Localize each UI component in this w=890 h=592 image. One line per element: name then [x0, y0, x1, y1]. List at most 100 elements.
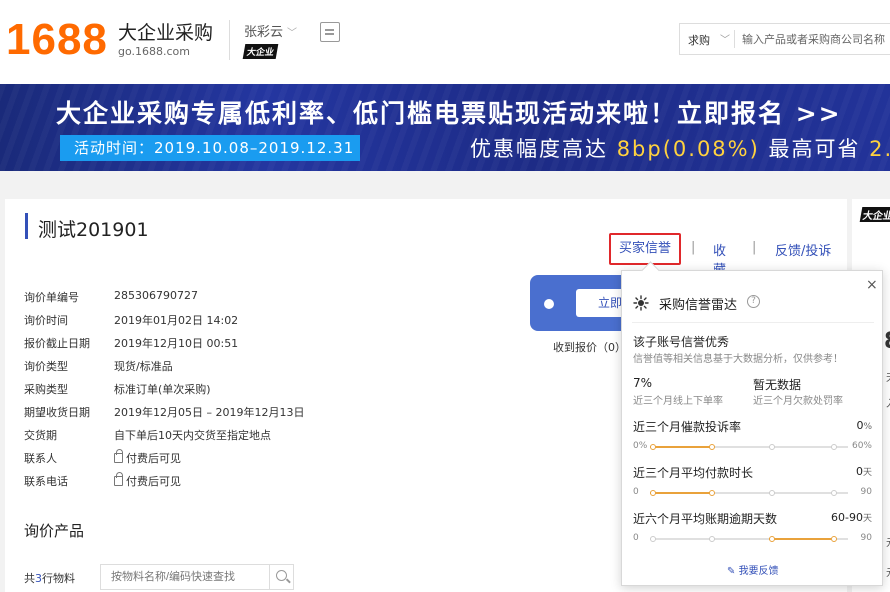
note-edit-icon[interactable] [320, 22, 340, 42]
page-title: 测试201901 [38, 219, 149, 241]
banner-date: 活动时间：2019.10.08–2019.12.31 [60, 135, 360, 161]
info-key: 报价截止日期 [24, 337, 90, 350]
lock-icon [114, 472, 123, 486]
brand-title[interactable]: 大企业采购 [118, 18, 213, 45]
metric-min: 0% [633, 441, 648, 451]
quote-tag: 立即报价 [530, 275, 656, 331]
metric-fill [650, 446, 712, 448]
pencil-icon: ✎ [727, 566, 739, 577]
user-menu[interactable]: 张彩云 ﹀ [244, 21, 297, 40]
metric-label: 近三个月平均付款时长 [633, 466, 754, 480]
metric-label: 近六个月平均账期逾期天数 [633, 512, 778, 526]
metric-dot [709, 536, 715, 542]
info-key: 交货期 [24, 429, 57, 442]
info-value: 2019年12月10日 00:51 [114, 337, 239, 350]
metric-track [650, 536, 848, 542]
header-divider [229, 20, 230, 60]
stat-label: 近三个月线上下单率 [633, 396, 723, 407]
feedback-text: 我要反馈 [738, 566, 779, 577]
credit-radar-popup: × 采购信誉雷达 ? 该子账号信誉优秀 信誉值等相关信息基于大数据分析，仅供参考… [621, 270, 883, 586]
metric-number: 0 [855, 465, 863, 478]
metric-max: 90 [860, 487, 872, 497]
metric-value: 60-90天 [831, 511, 872, 524]
metric-max: 60% [851, 441, 872, 451]
metric-dot [650, 490, 656, 496]
metric-dot [831, 444, 837, 450]
stat-value: 7% [633, 376, 653, 390]
stat-value: 暂无数据 [753, 378, 802, 392]
credit-subheading: 信誉值等相关信息基于大数据分析，仅供参考！ [633, 354, 843, 365]
user-name: 张彩云 [244, 25, 284, 40]
metric-unit: 天 [862, 514, 872, 524]
info-key: 询价类型 [24, 360, 68, 373]
side-logo: 大企业 [859, 207, 890, 222]
info-value: 付费后可见 [114, 472, 181, 489]
promo-banner[interactable]: 大企业采购专属低利率、低门槛电票贴现活动来啦！立即报名 >> 活动时间：2019… [0, 84, 890, 171]
info-value: 2019年01月02日 14:02 [114, 314, 239, 327]
info-key: 采购类型 [24, 383, 68, 396]
count-prefix: 共 [24, 572, 35, 585]
feedback-complaint-link[interactable]: 反馈/投诉 [775, 240, 831, 259]
brand-subtitle: go.1688.com [118, 45, 190, 58]
metric-unit: 天 [862, 468, 872, 478]
side-text: 入 [886, 395, 890, 410]
promo-rate: 8bp(0.08%) [616, 137, 760, 161]
banner-promo: 优惠幅度高达 8bp(0.08%) 最高可省 2.4 [470, 133, 890, 163]
lock-icon [114, 449, 123, 463]
info-value: 2019年12月05日 – 2019年12月13日 [114, 406, 305, 419]
info-key: 询价单编号 [24, 291, 79, 304]
info-key: 询价时间 [24, 314, 68, 327]
help-icon[interactable]: ? [747, 295, 760, 308]
stat-label: 近三个月欠款处罚率 [753, 396, 843, 407]
info-key: 期望收货日期 [24, 406, 90, 419]
header-search: 求购 ﹀ [679, 23, 890, 55]
metric-number: 60-90 [831, 511, 863, 524]
metric-fill [769, 538, 831, 540]
info-value: 自下单后10天内交货至指定地点 [114, 429, 271, 442]
chevron-down-icon[interactable]: ﹀ [720, 31, 730, 46]
metric-dot [769, 536, 775, 542]
metric-fill [650, 492, 712, 494]
site-header: 1688 大企业采购 go.1688.com 张彩云 ﹀ 大企业 求购 ﹀ [0, 0, 890, 84]
metric-dot [831, 536, 837, 542]
title-accent [25, 213, 28, 239]
side-text: 元 [886, 564, 890, 579]
info-value: 285306790727 [114, 289, 198, 302]
buyer-credit-link[interactable]: 买家信誉 [609, 233, 681, 265]
banner-headline: 大企业采购专属低利率、低门槛电票贴现活动来啦！立即报名 >> [56, 99, 842, 128]
material-count: 共3行物料 [24, 570, 75, 586]
material-search-input[interactable] [101, 565, 269, 589]
count-suffix: 行物料 [42, 572, 75, 585]
enterprise-badge: 大企业 [242, 44, 279, 59]
material-search-button[interactable] [269, 565, 293, 589]
metric-value: 0天 [856, 465, 872, 478]
search-type-select[interactable]: 求购 [688, 32, 710, 48]
info-key: 联系电话 [24, 475, 68, 488]
tag-hole [544, 299, 554, 309]
close-icon[interactable]: × [866, 277, 878, 293]
metric-dot [650, 536, 656, 542]
info-key: 联系人 [24, 452, 57, 465]
info-value: 付费后可见 [114, 449, 181, 466]
metric-dot [769, 490, 775, 496]
metric-label: 近三个月催款投诉率 [633, 420, 742, 434]
side-text: 元 [886, 534, 890, 549]
promo-suffix: 最高可省 [759, 137, 870, 161]
site-logo[interactable]: 1688 [6, 16, 108, 64]
locked-text: 付费后可见 [126, 452, 181, 465]
metric-value: 0% [856, 419, 872, 432]
feedback-link[interactable]: ✎ 我要反馈 [727, 562, 779, 577]
search-icon [276, 570, 287, 581]
metric-unit: % [863, 422, 872, 432]
credit-heading: 该子账号信誉优秀 [633, 335, 730, 349]
info-value: 现货/标准品 [114, 360, 173, 373]
metric-dot [709, 444, 715, 450]
received-quotes: 收到报价（0） [553, 341, 626, 354]
popup-divider [632, 322, 874, 323]
info-value: 标准订单(单次采购) [114, 383, 211, 396]
search-input[interactable] [742, 30, 890, 50]
side-number: 8 [884, 329, 890, 354]
search-separator [734, 30, 735, 48]
popup-title: 采购信誉雷达 [659, 298, 738, 313]
metric-dot [769, 444, 775, 450]
